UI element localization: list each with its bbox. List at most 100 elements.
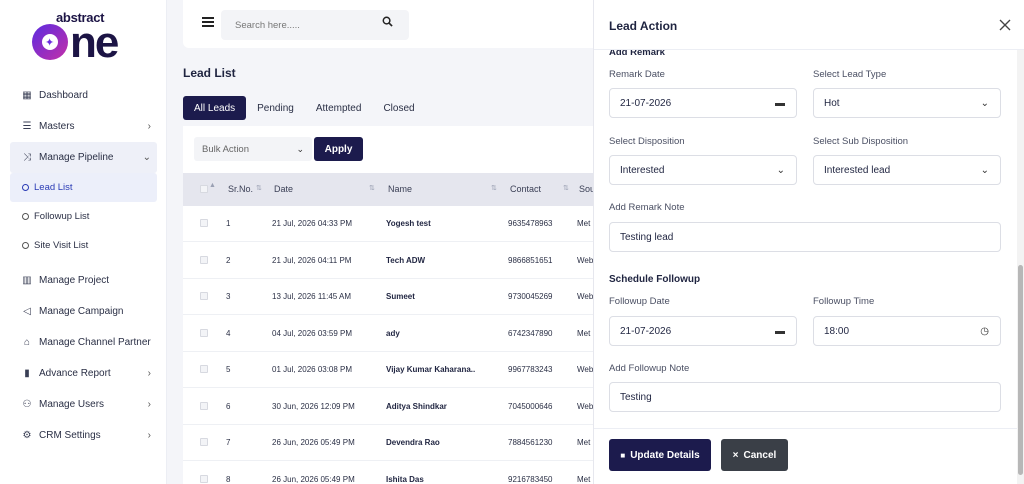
sort-icon[interactable]: ▲ bbox=[209, 182, 216, 189]
cell-source: Web bbox=[577, 401, 594, 411]
cancel-button[interactable]: × Cancel bbox=[721, 439, 788, 471]
table-row[interactable]: 6 30 Jun, 2026 12:09 PM Aditya Shindkar 704… bbox=[183, 389, 603, 425]
building-icon: ▥ bbox=[22, 275, 32, 286]
sidebar-item-label: Manage Project bbox=[39, 275, 110, 286]
sidebar-item-label: Manage Campaign bbox=[39, 306, 124, 317]
row-checkbox[interactable] bbox=[200, 438, 208, 446]
sidebar-item-manage-pipeline[interactable]: ⤨ Manage Pipeline ⌄ bbox=[10, 142, 157, 173]
drawer-header: Lead Action bbox=[594, 0, 1024, 50]
calendar-icon[interactable]: ▬ bbox=[775, 326, 785, 337]
lead-action-drawer: Add Remark Remark Date 21-07-2026 ▬ Sele… bbox=[593, 0, 1024, 484]
tab-attempted[interactable]: Attempted bbox=[305, 96, 373, 120]
cell-name[interactable]: Yogesh test bbox=[386, 219, 431, 228]
sidebar-item-label: CRM Settings bbox=[39, 430, 101, 441]
calendar-icon[interactable]: ▬ bbox=[775, 98, 785, 109]
update-details-button[interactable]: ■ Update Details bbox=[609, 439, 711, 471]
row-checkbox[interactable] bbox=[200, 292, 208, 300]
col-srno[interactable]: Sr.No. bbox=[228, 184, 253, 194]
cell-date: 13 Jul, 2026 11:45 AM bbox=[272, 292, 352, 301]
remark-date-input[interactable]: 21-07-2026 ▬ bbox=[609, 88, 797, 118]
cell-source: Web bbox=[577, 255, 594, 265]
brand-logo[interactable]: abstract ✦ ne bbox=[32, 10, 136, 65]
bulk-action-select[interactable]: Bulk Action ⌄ bbox=[194, 137, 312, 161]
disposition-select[interactable]: Interested ⌄ bbox=[609, 155, 797, 185]
sidebar-subitem-label: Site Visit List bbox=[34, 240, 89, 251]
sort-icon[interactable]: ⇅ bbox=[491, 184, 497, 192]
drawer-scrollbar[interactable] bbox=[1017, 50, 1024, 484]
cell-name[interactable]: Sumeet bbox=[386, 292, 415, 301]
table-row[interactable]: 7 26 Jun, 2026 05:49 PM Devendra Rao 788456… bbox=[183, 425, 603, 461]
cell-date: 26 Jun, 2026 05:49 PM bbox=[272, 474, 355, 484]
row-checkbox[interactable] bbox=[200, 365, 208, 373]
cell-name[interactable]: ady bbox=[386, 329, 400, 338]
table-row[interactable]: 8 26 Jun, 2026 05:49 PM Ishita Das 92167834… bbox=[183, 462, 603, 484]
apply-button[interactable]: Apply bbox=[314, 137, 363, 161]
cell-name[interactable]: Devendra Rao bbox=[386, 438, 440, 447]
table-row[interactable]: 2 21 Jul, 2026 04:11 PM Tech ADW 9866851651… bbox=[183, 243, 603, 279]
cell-name[interactable]: Ishita Das bbox=[386, 475, 424, 484]
sidebar-item-label: Masters bbox=[39, 121, 75, 132]
followup-note-input[interactable]: Testing bbox=[609, 382, 1001, 412]
table-row[interactable]: 5 01 Jul, 2026 03:08 PM Vijay Kumar Kahara… bbox=[183, 352, 603, 388]
lead-type-select[interactable]: Hot ⌄ bbox=[813, 88, 1001, 118]
sidebar-item-masters[interactable]: ☰ Masters › bbox=[0, 111, 167, 142]
cell-name[interactable]: Aditya Shindkar bbox=[386, 402, 447, 411]
row-checkbox[interactable] bbox=[200, 401, 208, 410]
cell-contact: 9635478963 bbox=[508, 219, 553, 228]
table-row[interactable]: 3 13 Jul, 2026 11:45 AM Sumeet 9730045269 We… bbox=[183, 279, 603, 315]
col-name[interactable]: Name bbox=[388, 184, 412, 194]
select-all-checkbox[interactable] bbox=[200, 185, 208, 193]
followup-note-value: Testing bbox=[620, 391, 652, 403]
sidebar-subitem-label: Lead List bbox=[34, 182, 73, 193]
save-icon: ■ bbox=[620, 450, 626, 460]
sort-icon[interactable]: ⇅ bbox=[563, 184, 569, 192]
row-checkbox[interactable] bbox=[200, 219, 208, 227]
sidebar-item-dashboard[interactable]: ▦ Dashboard bbox=[0, 80, 167, 111]
sidebar-subitem-followup-list[interactable]: Followup List bbox=[0, 202, 167, 231]
table-row[interactable]: 4 04 Jul, 2026 03:59 PM ady 6742347890 Met bbox=[183, 316, 603, 352]
tab-pending[interactable]: Pending bbox=[246, 96, 305, 120]
sidebar-subitem-site-visit-list[interactable]: Site Visit List bbox=[0, 231, 167, 260]
col-date[interactable]: Date bbox=[274, 184, 293, 194]
close-icon[interactable] bbox=[999, 19, 1011, 31]
sub-disposition-select[interactable]: Interested lead ⌄ bbox=[813, 155, 1001, 185]
sidebar-item-advance-report[interactable]: ▮ Advance Report › bbox=[0, 358, 167, 389]
sidebar-subitem-lead-list[interactable]: Lead List bbox=[10, 173, 157, 202]
logo-word-main: ne bbox=[70, 18, 119, 67]
table-row[interactable]: 1 21 Jul, 2026 04:33 PM Yogesh test 9635478… bbox=[183, 206, 603, 242]
sidebar-item-crm-settings[interactable]: ⚙ CRM Settings › bbox=[0, 420, 167, 451]
row-checkbox[interactable] bbox=[200, 474, 208, 483]
followup-time-input[interactable]: 18:00 ◷ bbox=[813, 316, 1001, 346]
search-icon[interactable] bbox=[382, 16, 393, 27]
hamburger-menu-icon[interactable] bbox=[202, 17, 214, 27]
cell-contact: 6742347890 bbox=[508, 328, 553, 338]
sidebar-item-manage-channel-partner[interactable]: ⌂ Manage Channel Partner bbox=[0, 327, 167, 358]
sidebar-item-manage-campaign[interactable]: ◁ Manage Campaign bbox=[0, 296, 167, 327]
megaphone-icon: ◁ bbox=[23, 306, 31, 317]
clock-icon[interactable]: ◷ bbox=[980, 326, 989, 337]
followup-date-label: Followup Date bbox=[609, 296, 670, 307]
cell-srno: 4 bbox=[226, 328, 231, 338]
cell-name[interactable]: Tech ADW bbox=[386, 256, 425, 265]
sidebar-item-label: Manage Users bbox=[39, 399, 105, 410]
tab-closed[interactable]: Closed bbox=[372, 96, 425, 120]
col-contact[interactable]: Contact bbox=[510, 184, 541, 194]
row-checkbox[interactable] bbox=[200, 255, 208, 264]
sort-icon[interactable]: ⇅ bbox=[369, 184, 375, 192]
cell-date: 04 Jul, 2026 03:59 PM bbox=[272, 328, 353, 338]
search-input[interactable] bbox=[221, 10, 409, 40]
followup-date-input[interactable]: 21-07-2026 ▬ bbox=[609, 316, 797, 346]
sidebar-item-manage-users[interactable]: ⚇ Manage Users › bbox=[0, 389, 167, 420]
sort-icon[interactable]: ⇅ bbox=[256, 184, 262, 192]
sidebar-subitem-label: Followup List bbox=[34, 211, 90, 222]
remark-note-input[interactable]: Testing lead bbox=[609, 222, 1001, 252]
row-checkbox[interactable] bbox=[200, 328, 208, 337]
sidebar-item-manage-project[interactable]: ▥ Manage Project bbox=[0, 265, 167, 296]
bulk-action-value: Bulk Action bbox=[202, 143, 249, 155]
tab-all-leads[interactable]: All Leads bbox=[183, 96, 247, 120]
cell-name[interactable]: Vijay Kumar Kaharana.. bbox=[386, 365, 475, 374]
cell-source: Web bbox=[577, 365, 594, 374]
cell-srno: 5 bbox=[226, 365, 231, 374]
circle-icon bbox=[22, 242, 29, 249]
scrollbar-thumb[interactable] bbox=[1018, 265, 1023, 475]
